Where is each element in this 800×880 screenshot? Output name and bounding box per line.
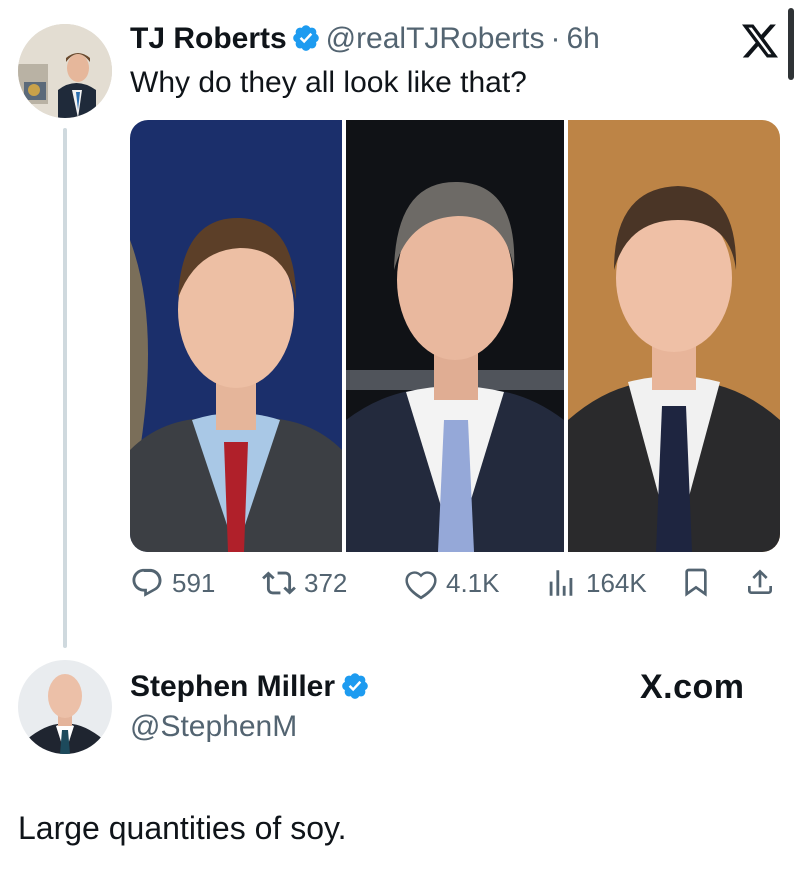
media-photo-3[interactable] bbox=[568, 120, 780, 552]
media-photo-1[interactable] bbox=[130, 120, 342, 552]
reply-action[interactable]: 591 bbox=[130, 566, 215, 600]
verified-badge-icon bbox=[341, 673, 368, 699]
retweet-icon bbox=[262, 571, 296, 595]
x-logo-icon[interactable] bbox=[742, 24, 778, 58]
scrollbar[interactable] bbox=[788, 8, 794, 80]
reply-header: Stephen Miller bbox=[130, 670, 370, 704]
reply-avatar-photo bbox=[18, 660, 112, 754]
bookmark-icon bbox=[685, 568, 707, 597]
thread-connector-line bbox=[63, 128, 67, 648]
media-photo-2[interactable] bbox=[346, 120, 564, 552]
like-count: 4.1K bbox=[446, 567, 500, 598]
views-action[interactable]: 164K bbox=[544, 566, 647, 600]
retweet-count: 372 bbox=[304, 567, 348, 598]
tweet-header: TJ Roberts @realTJRoberts · 6h bbox=[130, 22, 600, 56]
photo-2-image bbox=[346, 120, 564, 552]
share-action[interactable] bbox=[744, 566, 776, 598]
reply-count: 591 bbox=[172, 567, 216, 598]
reply-author-name[interactable]: Stephen Miller bbox=[130, 670, 335, 703]
views-icon bbox=[549, 570, 573, 596]
tweet-text: Why do they all look like that? bbox=[130, 66, 527, 99]
branding-text: X.com bbox=[640, 668, 745, 706]
tweet-media[interactable] bbox=[130, 120, 780, 552]
verified-badge-icon bbox=[293, 25, 319, 51]
author-avatar[interactable] bbox=[18, 24, 112, 118]
reply-text: Large quantities of soy. bbox=[18, 810, 347, 846]
tweet-time[interactable]: 6h bbox=[566, 22, 599, 55]
reply-icon bbox=[132, 568, 162, 597]
author-name[interactable]: TJ Roberts bbox=[130, 22, 287, 55]
reply-author-handle[interactable]: @StephenM bbox=[130, 710, 297, 744]
author-handle[interactable]: @realTJRoberts bbox=[326, 22, 545, 55]
header-separator: · bbox=[550, 22, 561, 55]
share-icon bbox=[748, 569, 772, 594]
x-com-branding: X.com bbox=[640, 668, 745, 707]
bookmark-action[interactable] bbox=[680, 566, 712, 598]
like-icon bbox=[405, 571, 437, 600]
retweet-action[interactable]: 372 bbox=[262, 566, 347, 600]
views-count: 164K bbox=[586, 567, 647, 598]
photo-3-image bbox=[568, 120, 780, 552]
avatar-photo bbox=[18, 24, 112, 118]
photo-1-image bbox=[130, 120, 342, 552]
like-action[interactable]: 4.1K bbox=[404, 566, 500, 600]
reply-author-avatar[interactable] bbox=[18, 660, 112, 754]
